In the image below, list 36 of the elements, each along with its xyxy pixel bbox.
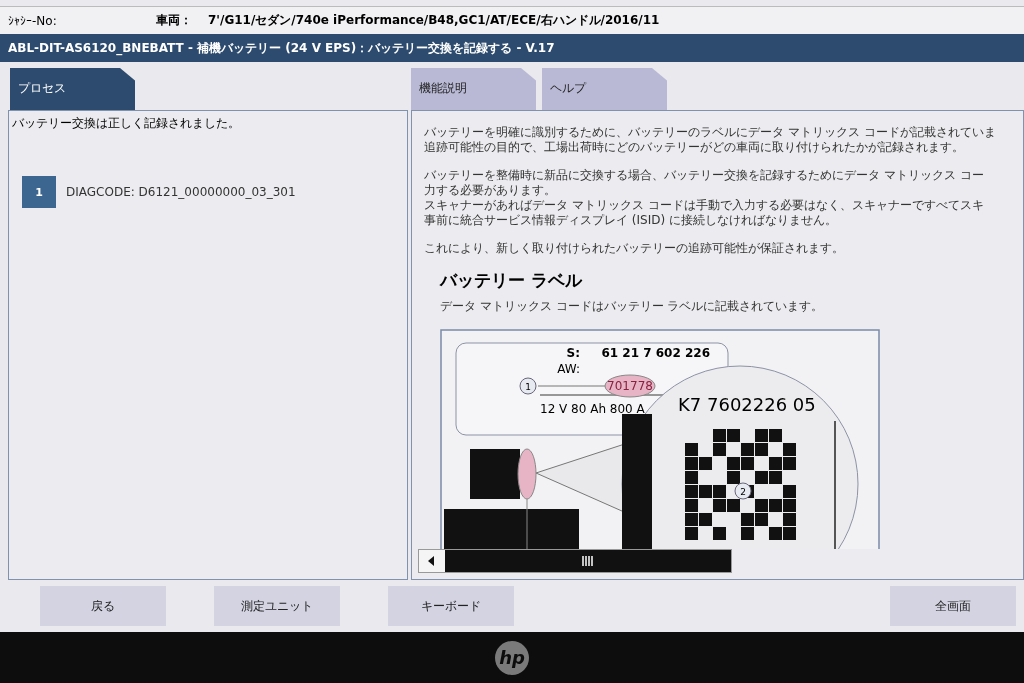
callout-circle [519, 377, 537, 395]
brand-logo: hp [495, 640, 529, 675]
label-aw-key: AW: [557, 362, 580, 376]
help-text-line: スキャナーがあればデータ マトリックス コードは手動で入力する必要はなく、スキャナーですべてスキ [424, 198, 985, 213]
footer-button[interactable]: 全画面 [890, 586, 1016, 626]
status-message: バッテリー交換は正しく記録されました。 [12, 115, 241, 132]
footer-button[interactable]: キーボード [388, 586, 514, 626]
help-text-line: 追跡可能性の目的で、工場出荷時にどのバッテリーがどの車両に取り付けられたかが記録されます。 [424, 140, 965, 155]
footer-button[interactable]: 戻る [40, 586, 166, 626]
callout-circle [734, 482, 752, 500]
process-tab[interactable]: プロセス [10, 68, 135, 110]
vehicle-value: 7'/G11/セダン/740e iPerformance/B48,GC1/AT/ECE/右ハンドル/2016/11 [208, 12, 660, 29]
part-number: 61 21 7 602 226 [601, 346, 710, 360]
help-text-line: 力する必要があります。 [424, 183, 557, 198]
scroll-grip-icon[interactable] [582, 555, 594, 567]
help-tab[interactable]: ヘルプ [542, 68, 667, 110]
battery-ratings: 12 V 80 Ah 800 A [540, 402, 645, 416]
highlighted-code: 701778 [607, 379, 653, 393]
chassis-label: ｼｬｼｰ-No: [8, 13, 58, 28]
help-text-line: これにより、新しく取り付けられたバッテリーの追跡可能性が保証されます。 [424, 241, 845, 256]
callout-number: 2 [740, 487, 746, 497]
section-heading: バッテリー ラベル [440, 269, 584, 292]
horizontal-scrollbar[interactable] [418, 549, 732, 573]
zoomed-code: K7 7602226 05 [678, 394, 816, 415]
help-tab[interactable]: 機能説明 [411, 68, 536, 110]
vehicle-label: 車両： [156, 12, 193, 29]
footer-button[interactable]: 測定ユニット [214, 586, 340, 626]
help-text-line: バッテリーを整備時に新品に交換する場合、バッテリー交換を記録するためにデータ マトリックス コー [424, 168, 985, 183]
label-s-key: S: [566, 346, 580, 360]
help-text-line: バッテリーを明確に識別するために、バッテリーのラベルにデータ マトリックス コードが記載されていま [424, 125, 997, 140]
diagcode-text: DIAGCODE: D6121_00000000_03_301 [66, 185, 296, 199]
step-number: 1 [22, 176, 56, 208]
title-bar: ABL-DIT-AS6120_BNEBATT - 補機バッテリー (24 V EPS)：バッテリー交換を記録する - V.17 [0, 34, 1024, 62]
callout-number: 1 [525, 382, 531, 392]
help-text-line: 事前に統合サービス情報ディスプレイ (ISID) に接続しなければなりません。 [424, 213, 838, 228]
caption-text: データ マトリックス コードはバッテリー ラベルに記載されています。 [440, 298, 825, 315]
